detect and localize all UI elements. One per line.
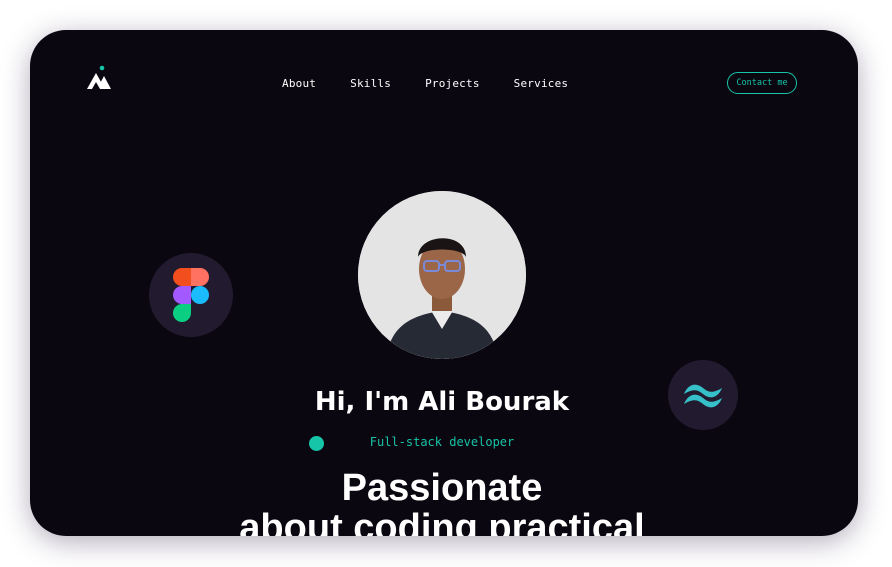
main-nav: About Skills Projects Services — [282, 77, 602, 90]
profile-photo — [358, 191, 526, 359]
headline-line-1: Passionate — [341, 467, 543, 509]
hero-headline: Passionate about coding practical — [30, 468, 854, 536]
hero-greeting: Hi, I'm Ali Bourak — [314, 387, 570, 417]
figma-bubble — [149, 253, 233, 337]
nav-about-link[interactable]: About — [282, 77, 316, 90]
headline-line-2: about coding practical — [239, 507, 645, 536]
portfolio-page: About Skills Projects Services Contact m… — [30, 30, 858, 536]
nav-skills-link[interactable]: Skills — [350, 77, 391, 90]
contact-me-button[interactable]: Contact me — [727, 72, 797, 94]
person-photo-icon — [358, 191, 526, 359]
hero-role: Full-stack developer — [369, 435, 515, 449]
nav-projects-link[interactable]: Projects — [425, 77, 480, 90]
logo-icon[interactable] — [85, 64, 115, 90]
nav-services-link[interactable]: Services — [514, 77, 569, 90]
figma-icon — [173, 268, 209, 322]
